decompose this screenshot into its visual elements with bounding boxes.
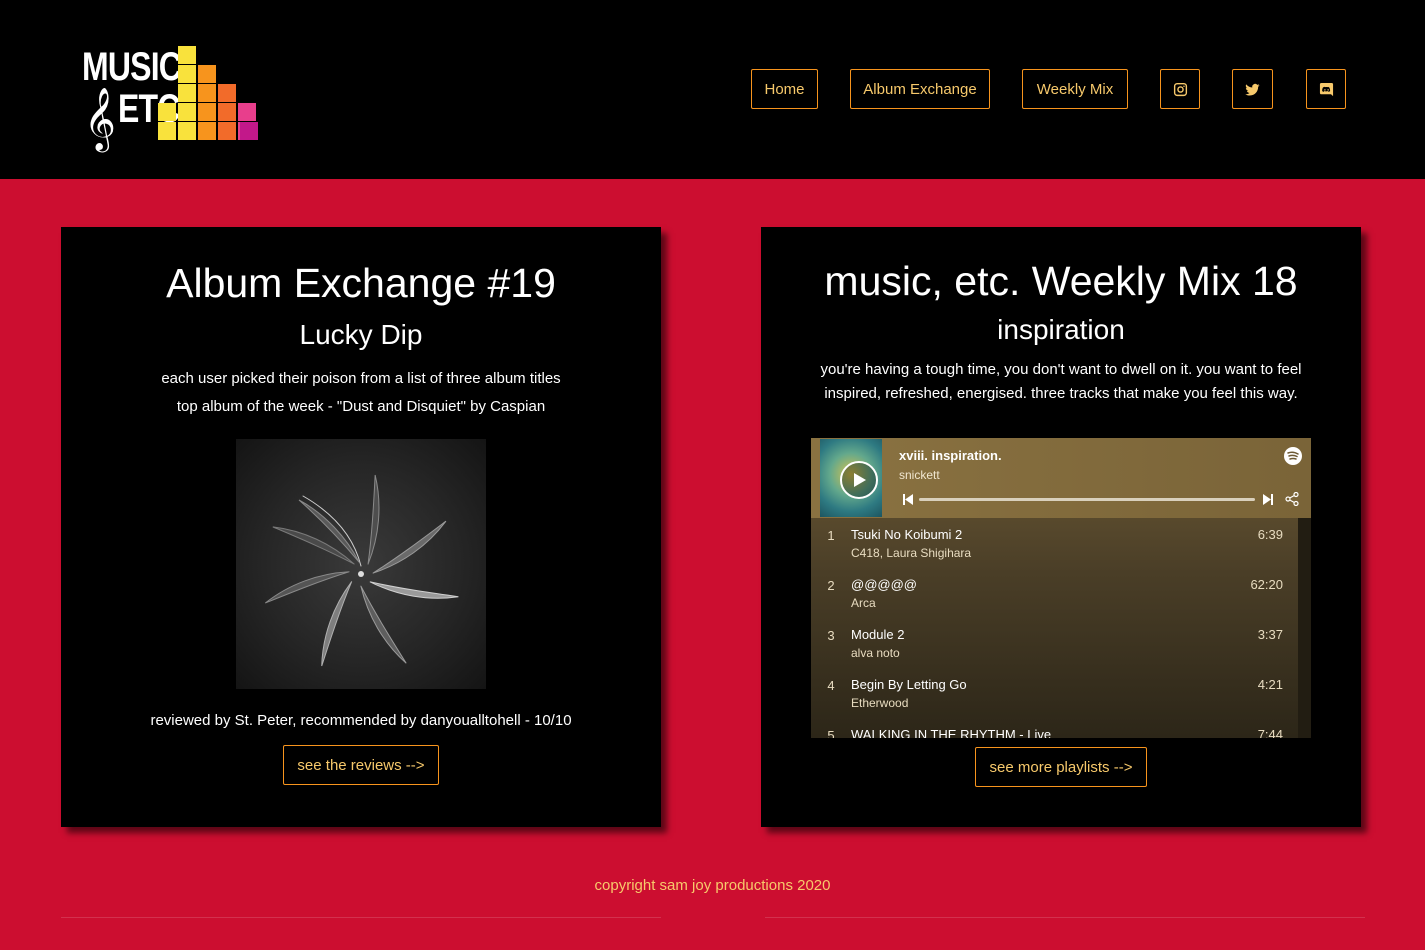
previous-track-icon[interactable] (903, 494, 913, 505)
logo-block (240, 122, 258, 140)
logo-block (198, 65, 216, 83)
footer-copyright: copyright sam joy productions 2020 (594, 877, 831, 894)
share-icon[interactable] (1285, 492, 1299, 506)
logo-block (238, 103, 256, 121)
logo-block (178, 103, 196, 121)
logo-block (218, 103, 236, 121)
track-row[interactable]: 1 Tsuki No Koibumi 2 C418, Laura Shigiha… (811, 518, 1298, 568)
logo-block (218, 84, 236, 102)
logo-block (158, 103, 176, 121)
spotify-embed[interactable]: xviii. inspiration. snickett 1 Tsuki No … (811, 438, 1311, 738)
logo-block (158, 122, 176, 140)
track-artist: Etherwood (851, 696, 909, 710)
track-duration: 62:20 (1250, 577, 1283, 592)
instagram-button[interactable] (1160, 69, 1200, 109)
track-number: 2 (827, 578, 835, 593)
track-artist: alva noto (851, 646, 900, 660)
tracklist-scrollbar[interactable] (1298, 518, 1311, 738)
playlist-title[interactable]: xviii. inspiration. (899, 448, 1002, 463)
album-desc-line2: top album of the week - "Dust and Disqui… (176, 398, 546, 415)
discord-button[interactable] (1306, 69, 1346, 109)
track-number: 1 (827, 528, 835, 543)
track-row[interactable]: 4 Begin By Letting Go Etherwood 4:21 (811, 668, 1298, 718)
track-row[interactable]: 3 Module 2 alva noto 3:37 (811, 618, 1298, 668)
track-name: Begin By Letting Go (851, 677, 967, 692)
track-duration: 6:39 (1257, 527, 1283, 542)
logo-block (198, 122, 216, 140)
weekly-mix-title: music, etc. Weekly Mix 18 (824, 258, 1298, 304)
weekly-mix-subtitle: inspiration (997, 314, 1125, 345)
discord-icon (1319, 82, 1333, 96)
track-row[interactable]: 5 WALKING IN THE RHYTHM - Live 7:44 (811, 718, 1298, 738)
track-number: 4 (827, 678, 835, 693)
progress-bar[interactable] (919, 498, 1255, 501)
album-review-credit: reviewed by St. Peter, recommended by da… (150, 712, 572, 729)
treble-clef-icon: 𝄞 (84, 87, 116, 150)
weekly-mix-card: music, etc. Weekly Mix 18 inspiration yo… (761, 227, 1361, 827)
next-track-icon[interactable] (1263, 494, 1273, 505)
feathers-artwork (264, 474, 459, 667)
album-exchange-card: Album Exchange #19 Lucky Dip each user p… (61, 227, 661, 827)
logo-block (178, 84, 196, 102)
spotify-logo-icon[interactable] (1284, 447, 1302, 465)
play-icon (854, 473, 866, 487)
album-desc-line1: each user picked their poison from a lis… (161, 370, 561, 387)
track-number: 3 (827, 628, 835, 643)
nav-album-exchange[interactable]: Album Exchange (850, 69, 990, 109)
see-more-playlists-button[interactable]: see more playlists --> (975, 747, 1147, 787)
track-artist: Arca (851, 596, 876, 610)
playlist-owner[interactable]: snickett (899, 468, 940, 482)
twitter-icon (1245, 83, 1260, 95)
logo-block (218, 122, 236, 140)
album-cover-image (236, 439, 486, 689)
playlist-cover-image (820, 439, 882, 517)
logo-block (178, 65, 196, 83)
feather (298, 495, 362, 567)
play-button[interactable] (840, 461, 878, 499)
logo-block (178, 46, 196, 64)
nav-weekly-mix[interactable]: Weekly Mix (1022, 69, 1128, 109)
spotify-waves-icon (1287, 451, 1299, 460)
track-duration: 7:44 (1257, 727, 1283, 738)
track-artist: C418, Laura Shigihara (851, 546, 972, 560)
instagram-icon (1173, 82, 1187, 96)
track-duration: 3:37 (1257, 627, 1283, 642)
twitter-button[interactable] (1232, 69, 1273, 109)
weekly-mix-desc: you're having a tough time, you don't wa… (820, 361, 1302, 402)
track-number: 5 (827, 728, 835, 738)
logo-block (198, 84, 216, 102)
embed-header: xviii. inspiration. snickett (811, 438, 1311, 518)
footer-divider (765, 917, 1365, 918)
track-name: WALKING IN THE RHYTHM - Live (851, 727, 1052, 738)
site-header: MUSIC 𝄞 ETC Home Album Exchange Weekly M… (0, 0, 1425, 179)
track-row[interactable]: 2 @@@@@ Arca 62:20 (811, 568, 1298, 618)
logo-block (198, 103, 216, 121)
album-exchange-subtitle: Lucky Dip (299, 319, 423, 350)
album-exchange-title: Album Exchange #19 (166, 260, 556, 306)
logo-block (178, 122, 196, 140)
footer-divider (61, 917, 661, 918)
nav-home[interactable]: Home (751, 69, 818, 109)
see-reviews-button[interactable]: see the reviews --> (283, 745, 439, 785)
track-duration: 4:21 (1257, 677, 1283, 692)
track-name: @@@@@ (851, 577, 917, 592)
track-name: Module 2 (851, 627, 905, 642)
logo-text-music: MUSIC (82, 45, 182, 89)
track-name: Tsuki No Koibumi 2 (851, 527, 963, 542)
site-logo[interactable]: MUSIC 𝄞 ETC (82, 45, 260, 150)
